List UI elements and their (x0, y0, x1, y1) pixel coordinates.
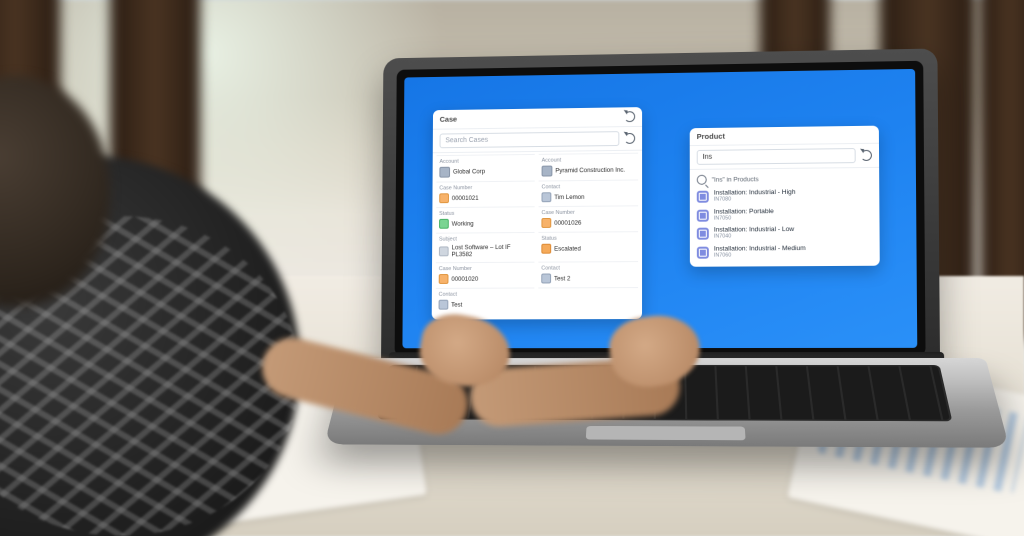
cell[interactable]: Case Number 00001021 (436, 181, 534, 208)
account-icon (439, 167, 450, 178)
cell[interactable]: Case Number 00001026 (538, 205, 638, 232)
cell-value: 00001020 (451, 275, 478, 282)
refresh-icon[interactable] (624, 133, 635, 144)
contact-icon (439, 300, 449, 310)
search-hint: "Ins" in Products (712, 176, 759, 183)
product-code: IN7050 (714, 216, 774, 222)
product-icon (697, 191, 709, 203)
case-search-input[interactable]: Search Cases (440, 131, 620, 148)
product-code: IN7080 (714, 197, 796, 203)
cell-value: Lost Software – Lot IF PL3582 (451, 244, 531, 258)
refresh-icon[interactable] (624, 111, 635, 122)
cell[interactable]: Contact Test 2 (538, 261, 638, 287)
product-lookup-panel: Product Ins "Ins" in Products (690, 126, 880, 268)
subject-icon (439, 246, 449, 256)
cell-value: Working (452, 220, 474, 227)
cell-label: Status (541, 235, 635, 242)
case-icon (439, 193, 449, 203)
product-code: IN7040 (714, 234, 794, 240)
status-icon (541, 244, 551, 254)
search-placeholder: Search Cases (445, 137, 488, 144)
case-lookup-panel: Case Search Cases Account Global Corp A (432, 107, 642, 319)
cell[interactable]: Account Pyramid Construction Inc. (539, 153, 638, 181)
cell[interactable]: Subject Lost Software – Lot IF PL3582 (436, 232, 535, 262)
photo-scene: Case Search Cases Account Global Corp A (0, 0, 1024, 536)
cell[interactable]: Case Number 00001020 (436, 262, 535, 288)
cell-value: Tim Lemon (554, 193, 584, 200)
product-result-row[interactable]: Installation: Portable IN7050 (690, 205, 880, 225)
product-result-row[interactable]: Installation: Industrial - Low IN7040 (690, 223, 880, 243)
cell-label: Case Number (541, 209, 635, 216)
cell-label: Case Number (439, 266, 532, 272)
cell[interactable]: Contact Tim Lemon (539, 179, 639, 206)
product-code: IN7060 (714, 253, 806, 259)
product-result-row[interactable]: Installation: Industrial - Medium IN7060 (690, 242, 880, 262)
case-icon (541, 218, 551, 228)
account-icon (542, 166, 553, 177)
search-hint-row[interactable]: "Ins" in Products (690, 170, 879, 188)
search-value: Ins (703, 154, 712, 161)
laptop-screen: Case Search Cases Account Global Corp A (402, 69, 917, 348)
cell (538, 287, 638, 313)
panel-header: Product (690, 126, 879, 146)
cell[interactable]: Status Working (436, 206, 535, 232)
cell-label: Status (439, 210, 532, 217)
cell-label: Contact (542, 183, 636, 190)
cell-label: Contact (541, 265, 635, 271)
cell-label: Contact (439, 291, 532, 297)
search-row: Ins (690, 144, 879, 170)
cell-value: Test 2 (554, 275, 570, 282)
cell-value: Global Corp (453, 168, 485, 175)
status-icon (439, 219, 449, 229)
case-grid: Account Global Corp Account Pyramid Cons… (432, 151, 642, 320)
cell[interactable]: Status Escalated (538, 231, 638, 261)
cell[interactable]: Contact Test (436, 287, 535, 313)
panel-title: Case (440, 115, 457, 124)
contact-icon (542, 192, 552, 202)
cell-value: 00001021 (452, 194, 479, 201)
cell-label: Account (542, 157, 636, 164)
product-result-row[interactable]: Installation: Industrial - High IN7080 (690, 186, 880, 206)
product-icon (697, 247, 709, 259)
cell[interactable]: Account Global Corp (436, 154, 534, 182)
cell-value: Escalated (554, 245, 581, 252)
cell-label: Case Number (439, 185, 531, 192)
search-row: Search Cases (433, 127, 642, 153)
case-icon (439, 274, 449, 284)
search-icon (697, 175, 707, 185)
panel-title: Product (697, 132, 725, 141)
cell-label: Subject (439, 236, 532, 243)
refresh-icon[interactable] (861, 150, 872, 161)
cell-value: 00001026 (554, 219, 581, 226)
product-search-input[interactable]: Ins (697, 148, 856, 165)
contact-icon (541, 274, 551, 284)
product-results: "Ins" in Products Installation: Industri… (690, 168, 880, 267)
cell-value: Test (451, 301, 462, 308)
trackpad (586, 426, 746, 440)
product-icon (697, 210, 709, 222)
cell-label: Account (439, 158, 531, 165)
product-icon (697, 228, 709, 240)
cell-value: Pyramid Construction Inc. (555, 167, 625, 175)
